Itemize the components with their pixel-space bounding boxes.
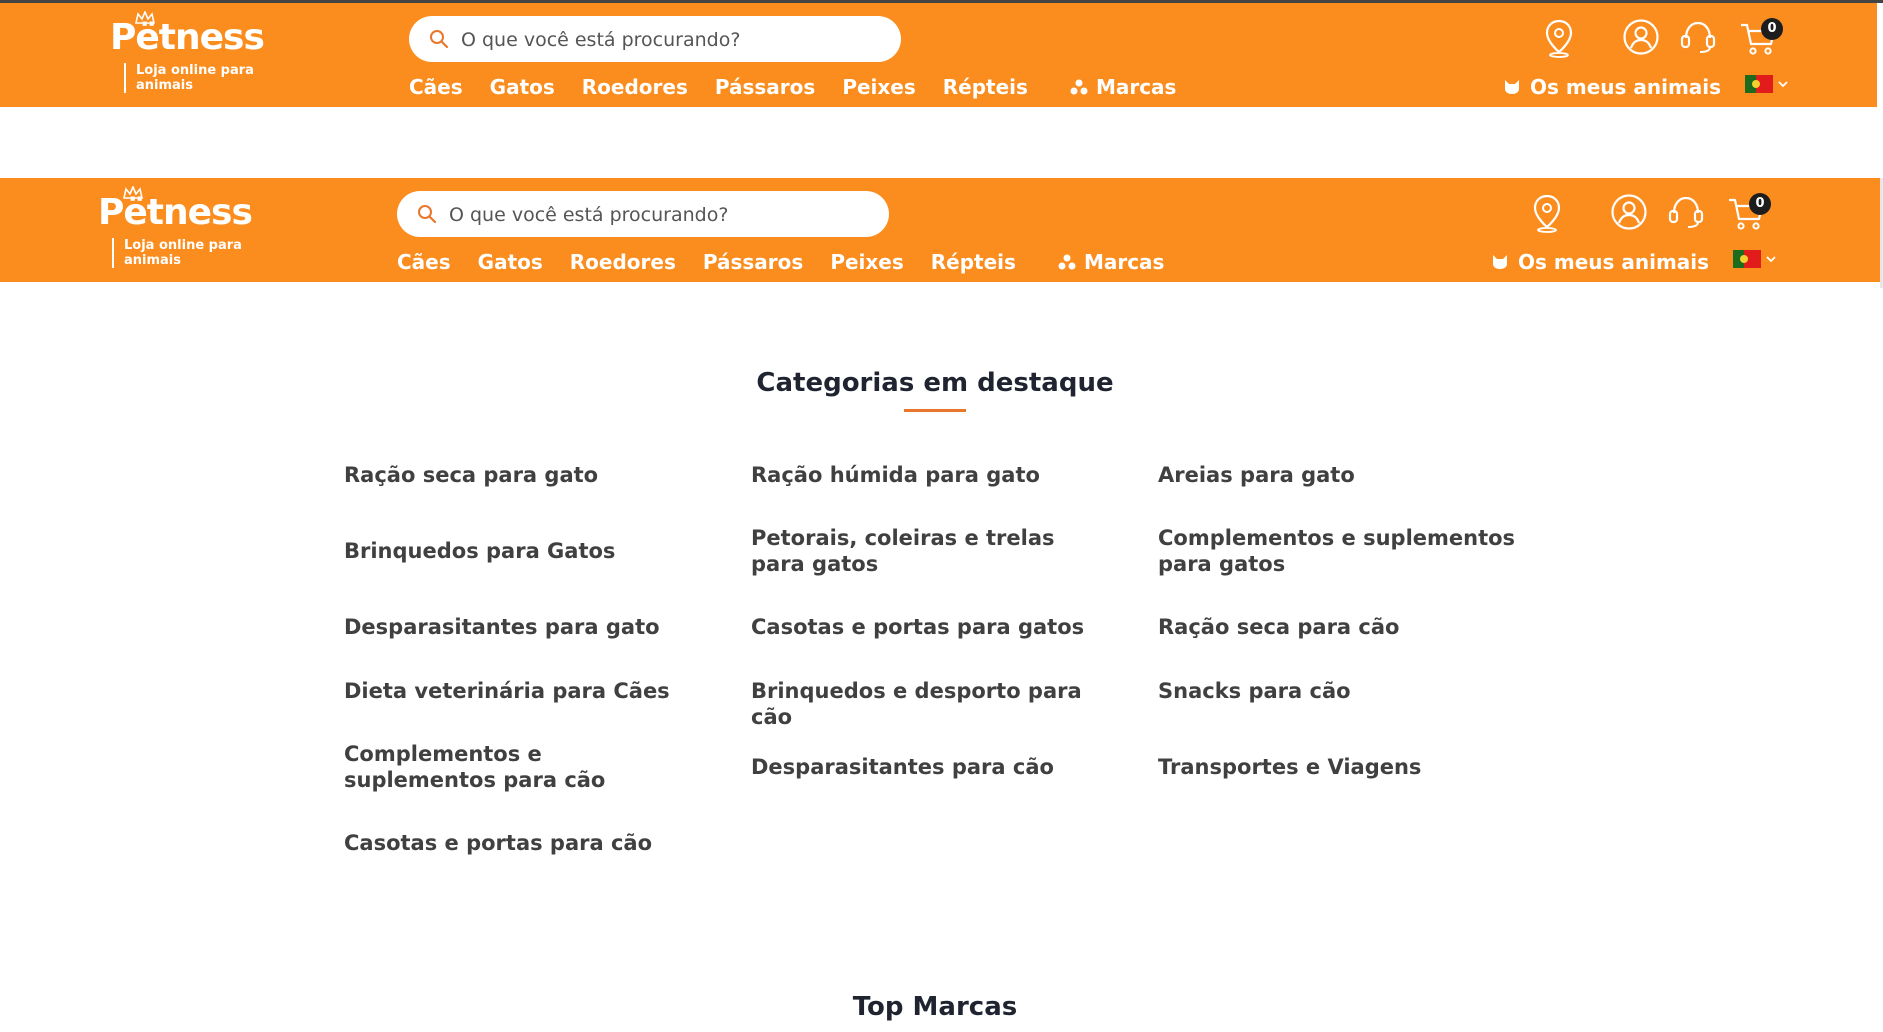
nav-brands-label: Marcas (1083, 250, 1165, 274)
search-input[interactable] (447, 199, 871, 231)
cat-head-icon (1493, 255, 1507, 269)
my-pets-label: Os meus animais (1530, 75, 1722, 99)
category-link[interactable]: Dieta veterinária para Cães (344, 678, 704, 704)
petness-logo[interactable]: Pëtness Loja online para animais (110, 11, 290, 97)
category-link[interactable]: Ração seca para gato (344, 462, 704, 488)
category-link[interactable]: Ração seca para cão (1158, 614, 1518, 640)
category-link[interactable]: Snacks para cão (1158, 678, 1518, 704)
my-pets-link[interactable]: Os meus animais (1491, 250, 1709, 274)
brands-icon (1070, 79, 1088, 95)
top-brands-title: Top Marcas (852, 992, 1018, 1022)
support-headset-icon[interactable] (1666, 193, 1706, 231)
search-bar-sticky[interactable] (397, 191, 889, 237)
cart-count-badge: 0 (1761, 18, 1783, 40)
category-link[interactable]: Desparasitantes para cão (751, 754, 1111, 780)
nav-item-rodents[interactable]: Roedores (582, 75, 688, 99)
logo-wordmark: Pëtness (110, 17, 265, 58)
nav-item-cats[interactable]: Gatos (478, 250, 543, 274)
flag-portugal-icon (1745, 75, 1773, 93)
nav-item-reptiles[interactable]: Répteis (943, 75, 1028, 99)
cart-count-badge: 0 (1749, 193, 1771, 215)
brands-icon (1058, 254, 1076, 270)
sticky-header: Pëtness Loja online para animais Cães Ga… (0, 178, 1880, 282)
chevron-down-icon (1766, 256, 1776, 263)
nav-item-dogs[interactable]: Cães (397, 250, 451, 274)
nav-item-dogs[interactable]: Cães (409, 75, 463, 99)
category-link[interactable]: Desparasitantes para gato (344, 614, 704, 640)
account-icon[interactable] (1610, 193, 1648, 231)
category-link[interactable]: Transportes e Viagens (1158, 754, 1518, 780)
search-icon (418, 205, 437, 224)
category-link[interactable]: Petorais, coleiras e trelas para gatos (751, 525, 1111, 577)
title-underline (904, 409, 966, 412)
country-selector[interactable] (1745, 75, 1789, 93)
nav-item-birds[interactable]: Pássaros (715, 75, 815, 99)
support-headset-icon[interactable] (1678, 18, 1718, 56)
country-selector[interactable] (1733, 250, 1777, 268)
main-nav-sticky: Cães Gatos Roedores Pássaros Peixes Répt… (397, 250, 1191, 274)
store-locator-icon[interactable] (1543, 18, 1575, 58)
category-link[interactable]: Areias para gato (1158, 462, 1518, 488)
my-pets-label: Os meus animais (1518, 250, 1710, 274)
category-link[interactable]: Complementos e suplementos para cão (344, 741, 684, 793)
header-icons-sticky: 0 (1531, 193, 1781, 238)
nav-item-birds[interactable]: Pássaros (703, 250, 803, 274)
logo-tagline: Loja online para animais (112, 238, 264, 268)
featured-categories-title: Categorias em destaque (756, 368, 1114, 398)
logo-wordmark: Pëtness (98, 192, 253, 233)
category-link[interactable]: Ração húmida para gato (751, 462, 1111, 488)
nav-item-reptiles[interactable]: Répteis (931, 250, 1016, 274)
petness-logo-sticky[interactable]: Pëtness Loja online para animais (98, 186, 278, 272)
logo-tagline: Loja online para animais (124, 63, 276, 93)
my-pets-link[interactable]: Os meus animais (1503, 75, 1721, 99)
search-icon (430, 30, 449, 49)
nav-item-rodents[interactable]: Roedores (570, 250, 676, 274)
search-input[interactable] (459, 24, 883, 56)
category-link[interactable]: Brinquedos para Gatos (344, 538, 704, 564)
main-nav: Cães Gatos Roedores Pássaros Peixes Répt… (409, 75, 1203, 99)
category-link[interactable]: Casotas e portas para gatos (751, 614, 1111, 640)
account-icon[interactable] (1622, 18, 1660, 56)
nav-item-brands[interactable]: Marcas (1070, 75, 1177, 99)
nav-item-brands[interactable]: Marcas (1058, 250, 1165, 274)
category-link[interactable]: Complementos e suplementos para gatos (1158, 525, 1518, 577)
nav-brands-label: Marcas (1095, 75, 1177, 99)
nav-item-fish[interactable]: Peixes (830, 250, 903, 274)
nav-item-cats[interactable]: Gatos (490, 75, 555, 99)
category-link[interactable]: Casotas e portas para cão (344, 830, 704, 856)
store-locator-icon[interactable] (1531, 193, 1563, 233)
cat-head-icon (1505, 80, 1519, 94)
site-header: Pëtness Loja online para animais Cães Ga… (0, 3, 1877, 107)
header-icons: 0 (1543, 18, 1793, 63)
search-bar[interactable] (409, 16, 901, 62)
page-edge (1877, 3, 1883, 107)
chevron-down-icon (1778, 81, 1788, 88)
category-link[interactable]: Brinquedos e desporto para cão (751, 678, 1111, 730)
nav-item-fish[interactable]: Peixes (842, 75, 915, 99)
flag-portugal-icon (1733, 250, 1761, 268)
